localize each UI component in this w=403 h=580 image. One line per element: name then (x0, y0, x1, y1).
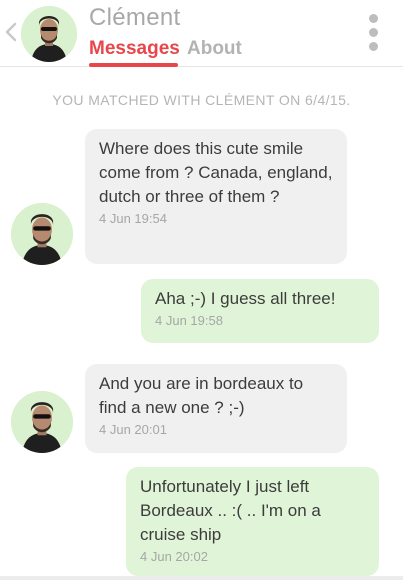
chevron-left-icon (5, 22, 17, 42)
divider (0, 576, 403, 580)
avatar-photo (11, 391, 73, 453)
match-notice: YOU MATCHED WITH CLÉMENT ON 6/4/15. (52, 92, 351, 108)
message-text: Where does this cute smile come from ? C… (99, 139, 333, 206)
avatar-photo (11, 203, 73, 265)
tab-about[interactable]: About (187, 38, 242, 60)
message-bubble-outgoing[interactable]: Unfortunately I just left Bordeaux .. :(… (126, 467, 379, 576)
message-bubble-outgoing[interactable]: Aha ;-) I guess all three! 4 Jun 19:58 (141, 279, 379, 343)
tab-messages[interactable]: Messages (89, 38, 180, 60)
message-text: Aha ;-) I guess all three! (155, 289, 336, 308)
message-bubble-incoming[interactable]: And you are in bordeaux to find a new on… (85, 364, 347, 453)
message-bubble-incoming[interactable]: Where does this cute smile come from ? C… (85, 129, 347, 264)
sender-avatar[interactable] (11, 203, 73, 265)
message-timestamp: 4 Jun 20:01 (99, 422, 167, 437)
contact-name: Clément (89, 4, 181, 31)
back-button[interactable] (4, 18, 20, 46)
more-options-button[interactable] (364, 14, 384, 52)
message-text: And you are in bordeaux to find a new on… (99, 374, 304, 417)
chat-screen: Clément Messages About YOU MATCHED WITH … (0, 0, 403, 580)
message-timestamp: 4 Jun 19:58 (155, 313, 223, 328)
sender-avatar[interactable] (11, 391, 73, 453)
active-tab-indicator (89, 63, 178, 67)
chat-header: Clément Messages About (0, 0, 403, 67)
message-timestamp: 4 Jun 19:54 (99, 211, 167, 226)
message-timestamp: 4 Jun 20:02 (140, 549, 208, 564)
message-text: Unfortunately I just left Bordeaux .. :(… (140, 477, 321, 544)
contact-avatar[interactable] (21, 6, 77, 62)
avatar-photo (21, 6, 77, 62)
